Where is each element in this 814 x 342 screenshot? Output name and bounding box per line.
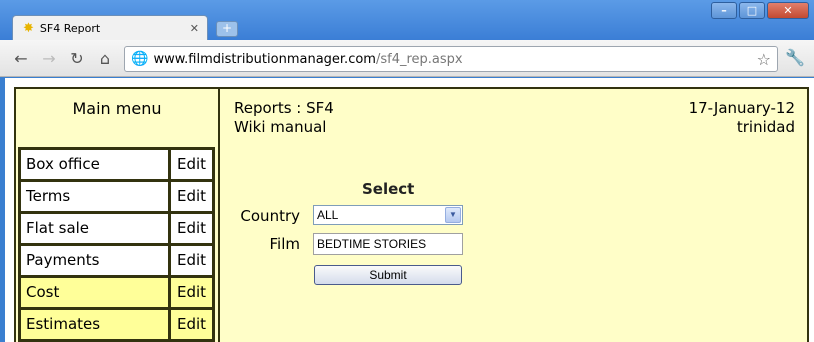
web-page: Main menu Box office Edit Terms Edit Fla… (5, 78, 814, 342)
report-content: Reports : SF4 Wiki manual 17-January-12 … (222, 89, 807, 342)
menu-item-box-office[interactable]: Box office (21, 150, 168, 179)
tab-close-icon[interactable]: ✕ (190, 22, 199, 35)
menu-item-estimates[interactable]: Estimates (21, 310, 168, 339)
new-tab-button[interactable]: + (216, 21, 238, 37)
maximize-button[interactable]: □ (739, 2, 765, 19)
edit-estimates-button[interactable]: Edit (171, 310, 212, 339)
main-menu: Box office Edit Terms Edit Flat sale Edi… (18, 147, 215, 342)
menu-item-payments[interactable]: Payments (21, 246, 168, 275)
forward-arrow-icon[interactable]: → (38, 49, 60, 68)
menu-item-terms[interactable]: Terms (21, 182, 168, 211)
menu-item-flat-sale[interactable]: Flat sale (21, 214, 168, 243)
film-label: Film (269, 235, 300, 253)
submit-button[interactable]: Submit (314, 265, 462, 285)
menu-row-terms: Terms Edit (21, 182, 212, 214)
film-input[interactable]: BEDTIME STORIES (313, 233, 463, 255)
window-controls: – □ ✕ (711, 2, 809, 19)
app-frame: Main menu Box office Edit Terms Edit Fla… (14, 87, 809, 342)
edit-terms-button[interactable]: Edit (171, 182, 212, 211)
chevron-down-icon[interactable]: ▼ (445, 207, 461, 223)
report-date: 17-January-12 (688, 99, 795, 117)
user-name: trinidad (736, 118, 795, 136)
report-meta: 17-January-12 trinidad (689, 99, 795, 137)
address-bar[interactable]: 🌐 www.filmdistributionmanager.com/sf4_re… (124, 46, 778, 72)
edit-payments-button[interactable]: Edit (171, 246, 212, 275)
country-select[interactable]: ALL ▼ (313, 205, 463, 225)
country-selected-value: ALL (317, 208, 339, 222)
back-arrow-icon[interactable]: ← (10, 49, 32, 68)
star-icon: ✸ (23, 21, 34, 36)
bookmark-star-icon[interactable]: ☆ (757, 50, 771, 69)
edit-box-office-button[interactable]: Edit (171, 150, 212, 179)
menu-row-payments: Payments Edit (21, 246, 212, 278)
report-title: Reports : SF4 (234, 99, 334, 117)
browser-titlebar: ✸ SF4 Report ✕ + – □ ✕ (0, 0, 814, 41)
main-menu-title: Main menu (72, 99, 162, 118)
reload-icon[interactable]: ↻ (66, 49, 88, 68)
wrench-icon[interactable]: 🔧 (785, 48, 805, 67)
country-label: Country (240, 207, 300, 225)
globe-icon: 🌐 (131, 51, 149, 67)
tab-title: SF4 Report (39, 22, 101, 35)
url-path: /sf4_rep.aspx (375, 51, 463, 67)
sidebar: Main menu Box office Edit Terms Edit Fla… (16, 89, 220, 342)
close-window-button[interactable]: ✕ (767, 2, 809, 19)
home-icon[interactable]: ⌂ (94, 49, 116, 68)
menu-row-flat-sale: Flat sale Edit (21, 214, 212, 246)
url-host: www.filmdistributionmanager.com (153, 51, 376, 67)
browser-tab[interactable]: ✸ SF4 Report ✕ (12, 15, 208, 41)
menu-row-box-office: Box office Edit (21, 150, 212, 182)
wiki-manual-link[interactable]: Wiki manual (234, 118, 334, 137)
edit-flat-sale-button[interactable]: Edit (171, 214, 212, 243)
report-header: Reports : SF4 Wiki manual (234, 99, 334, 137)
minimize-button[interactable]: – (711, 2, 737, 19)
menu-row-estimates: Estimates Edit (21, 310, 212, 342)
select-heading: Select (362, 180, 415, 198)
menu-item-cost[interactable]: Cost (21, 278, 168, 307)
edit-cost-button[interactable]: Edit (171, 278, 212, 307)
menu-row-cost: Cost Edit (21, 278, 212, 310)
browser-toolbar: ← → ↻ ⌂ 🌐 www.filmdistributionmanager.co… (0, 40, 814, 77)
